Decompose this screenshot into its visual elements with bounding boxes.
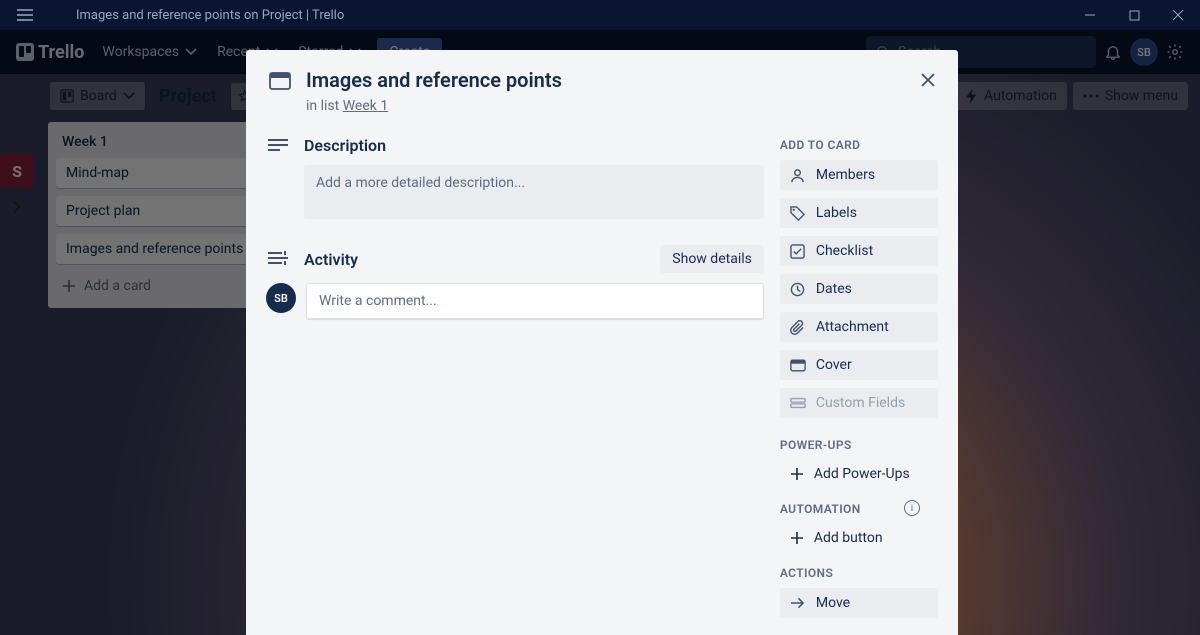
comment-input[interactable]: Write a comment...	[306, 283, 764, 319]
custom-fields-label: Custom Fields	[816, 395, 905, 411]
description-heading: Description	[304, 136, 386, 155]
labels-label: Labels	[816, 205, 857, 221]
add-automation-label: Add button	[814, 530, 883, 546]
attachment-button[interactable]: Attachment	[780, 312, 938, 342]
description-icon	[268, 138, 288, 154]
checklist-button[interactable]: Checklist	[780, 236, 938, 266]
user-icon	[790, 168, 805, 183]
dates-button[interactable]: Dates	[780, 274, 938, 304]
paperclip-icon	[790, 320, 805, 335]
side-section-add-to-card: ADD TO CARD	[780, 138, 938, 152]
labels-button[interactable]: Labels	[780, 198, 938, 228]
hamburger-icon	[17, 9, 33, 21]
tag-icon	[790, 206, 805, 221]
window-maximize-button[interactable]	[1112, 0, 1156, 30]
activity-icon	[268, 251, 288, 267]
app-menu-button[interactable]	[0, 9, 50, 21]
attachment-label: Attachment	[816, 319, 889, 335]
add-powerups-label: Add Power-Ups	[814, 466, 910, 482]
show-details-button[interactable]: Show details	[660, 245, 764, 273]
cover-icon	[790, 359, 806, 372]
checklist-label: Checklist	[816, 243, 873, 259]
window-close-button[interactable]	[1156, 0, 1200, 30]
side-section-actions: ACTIONS	[780, 566, 938, 580]
clock-icon	[790, 282, 805, 297]
side-section-powerups: POWER-UPS	[780, 438, 938, 452]
plus-icon	[790, 467, 804, 481]
card-list-link[interactable]: Week 1	[343, 98, 389, 114]
add-automation-button[interactable]: Add button	[780, 524, 938, 552]
in-list-prefix: in list	[306, 98, 343, 114]
close-icon	[920, 72, 936, 88]
members-button[interactable]: Members	[780, 160, 938, 190]
members-label: Members	[816, 167, 875, 183]
comment-placeholder: Write a comment...	[319, 293, 437, 309]
move-button[interactable]: Move	[780, 588, 938, 618]
maximize-icon	[1129, 10, 1140, 21]
card-header-icon	[269, 72, 291, 90]
window-minimize-button[interactable]	[1068, 0, 1112, 30]
cover-label: Cover	[816, 357, 852, 373]
window-titlebar: Images and reference points on Project |…	[0, 0, 1200, 30]
arrow-right-icon	[790, 597, 805, 609]
custom-fields-button[interactable]: Custom Fields	[780, 388, 938, 418]
close-icon	[1172, 9, 1184, 21]
window-title: Images and reference points on Project |…	[50, 8, 1068, 23]
custom-fields-icon	[790, 397, 806, 409]
comment-avatar: SB	[266, 283, 296, 313]
automation-info-button[interactable]: i	[904, 500, 920, 516]
cover-button[interactable]: Cover	[780, 350, 938, 380]
dates-label: Dates	[816, 281, 852, 297]
description-placeholder: Add a more detailed description...	[316, 175, 525, 191]
minimize-icon	[1084, 9, 1096, 21]
card-modal: Images and reference points in list Week…	[246, 50, 958, 635]
move-label: Move	[816, 595, 850, 611]
activity-heading: Activity	[304, 250, 358, 269]
add-powerups-button[interactable]: Add Power-Ups	[780, 460, 938, 488]
card-title[interactable]: Images and reference points	[306, 68, 562, 92]
checklist-icon	[790, 244, 805, 259]
card-in-list: in list Week 1	[306, 98, 562, 114]
plus-icon	[790, 531, 804, 545]
modal-close-button[interactable]	[912, 64, 944, 96]
description-input[interactable]: Add a more detailed description...	[304, 165, 764, 219]
